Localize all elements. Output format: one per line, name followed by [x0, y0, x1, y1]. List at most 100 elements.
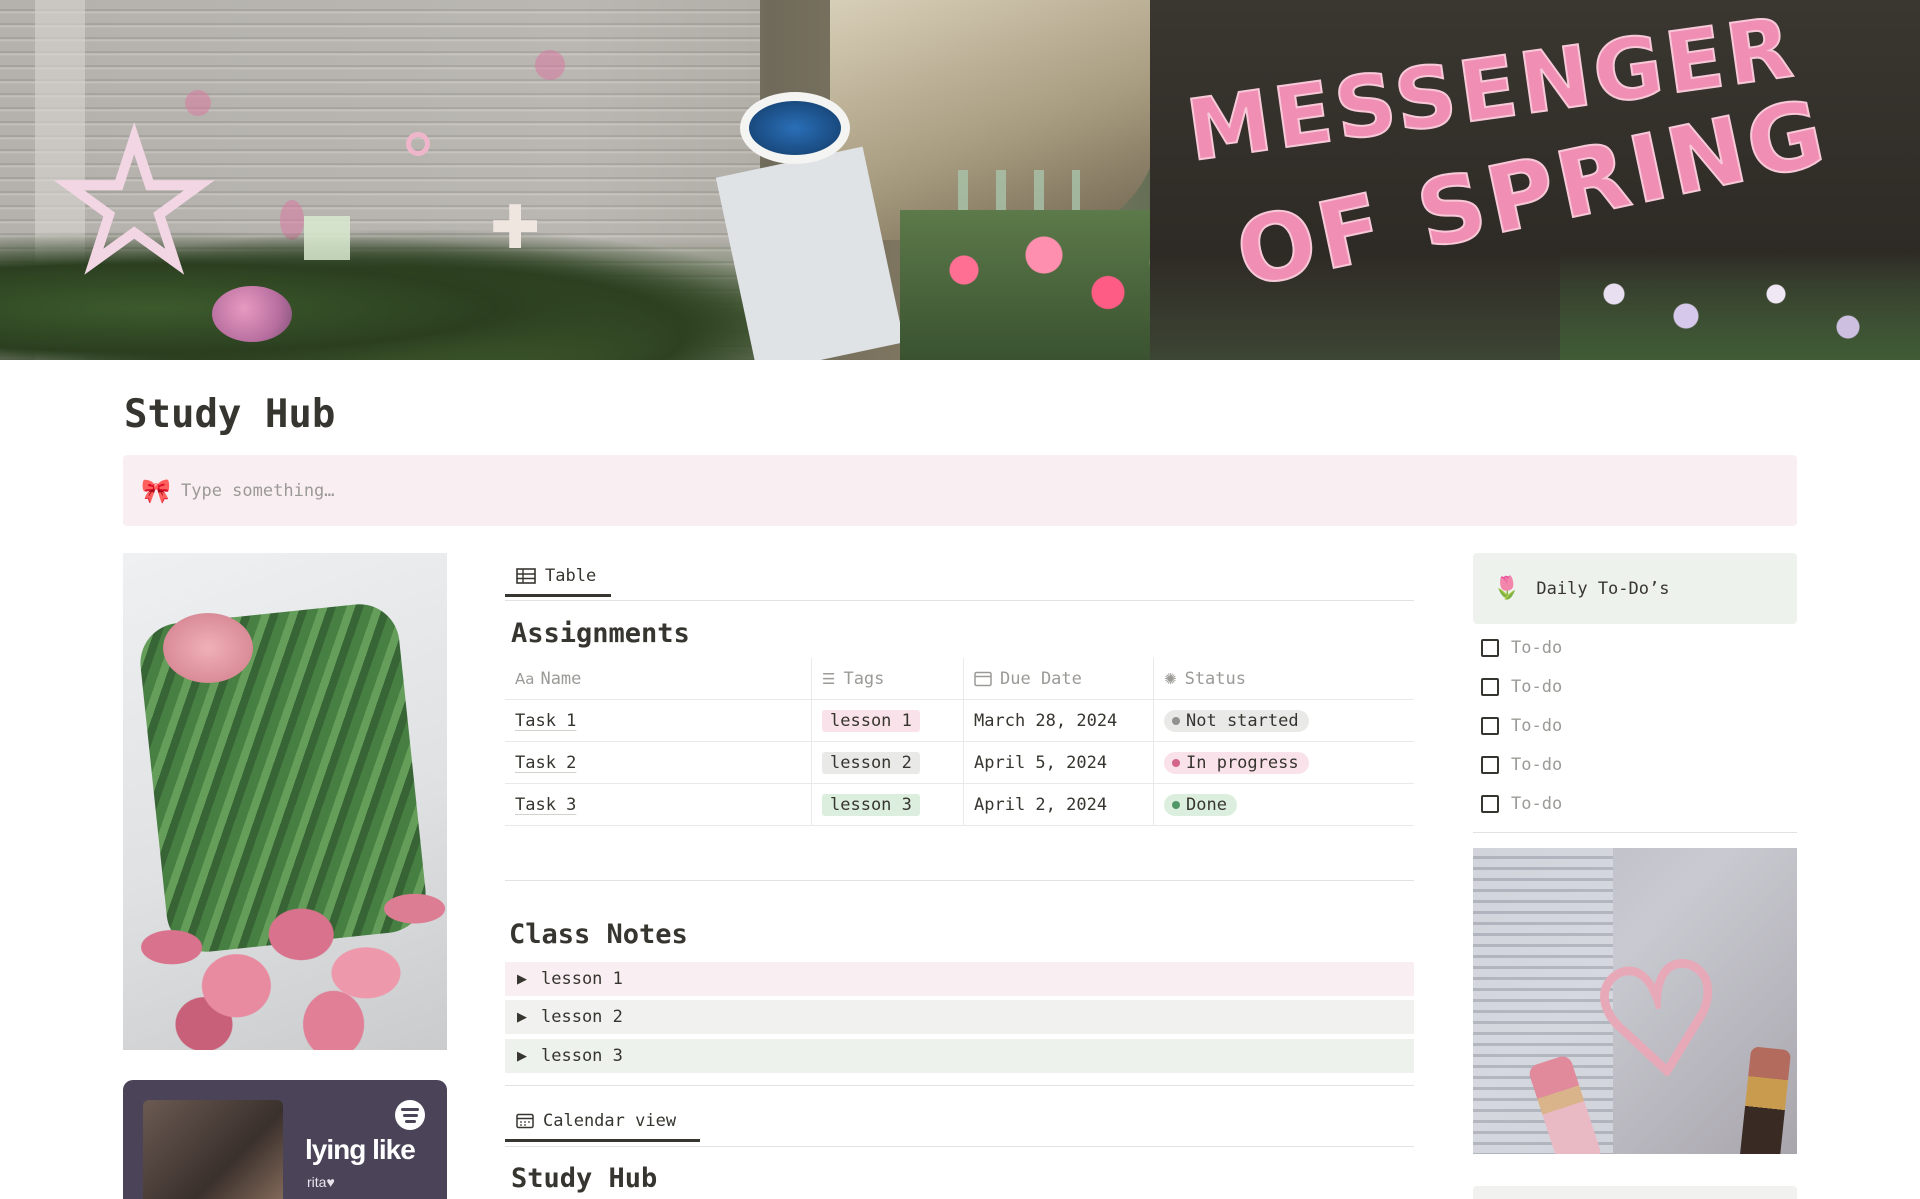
cover-tree-flowers — [1560, 250, 1920, 360]
status-dot — [1172, 758, 1180, 767]
checkbox[interactable] — [1481, 717, 1499, 735]
status-label: Not started — [1186, 710, 1299, 731]
status-label: Done — [1186, 794, 1227, 815]
toggle-label: lesson 2 — [541, 1007, 623, 1027]
tab-table-label[interactable]: Table — [545, 566, 596, 586]
column-header-name[interactable]: Aa Name — [505, 669, 811, 689]
task-name[interactable]: Task 2 — [515, 753, 576, 773]
column-label: Name — [540, 668, 582, 689]
spotify-embed[interactable]: lying like rita♥ — [123, 1080, 447, 1199]
toggle-label: lesson 1 — [541, 969, 623, 989]
list-icon: ☰ — [822, 669, 836, 688]
toggle-label: lesson 3 — [541, 1046, 623, 1066]
todo-text[interactable]: To-do — [1511, 716, 1562, 736]
tab-table-view[interactable]: Table — [505, 566, 611, 597]
bottom-card — [1473, 1186, 1797, 1199]
todo-item[interactable]: To-do — [1481, 677, 1562, 697]
status-badge[interactable]: Not started — [1164, 709, 1309, 732]
todo-item[interactable]: To-do — [1481, 638, 1562, 658]
callout-placeholder[interactable]: Type something… — [175, 481, 335, 501]
assignments-title[interactable]: Assignments — [511, 618, 690, 649]
section-divider — [505, 880, 1414, 881]
column-header-status[interactable]: ✺ Status — [1153, 658, 1414, 699]
toggle-lesson-3[interactable]: ▶ lesson 3 — [505, 1039, 1414, 1073]
tulips-photo — [123, 553, 447, 1050]
cover-square — [304, 216, 350, 260]
status-badge[interactable]: In progress — [1164, 751, 1309, 774]
tag-badge[interactable]: lesson 3 — [822, 793, 920, 816]
cover-sunglasses — [740, 92, 850, 164]
due-date[interactable]: April 5, 2024 — [974, 753, 1107, 773]
class-notes-title[interactable]: Class Notes — [509, 919, 688, 950]
tag-badge[interactable]: lesson 1 — [822, 709, 920, 732]
triangle-right-icon[interactable]: ▶ — [517, 972, 527, 987]
checkbox[interactable] — [1481, 678, 1499, 696]
todo-text[interactable]: To-do — [1511, 638, 1562, 658]
section-divider — [505, 1085, 1414, 1086]
calendar-title[interactable]: Study Hub — [511, 1163, 657, 1194]
callout-block[interactable]: 🎀 Type something… — [123, 455, 1797, 526]
table-row[interactable]: Task 1 lesson 1 March 28, 2024 Not start… — [505, 700, 1414, 742]
todo-item[interactable]: To-do — [1481, 716, 1562, 736]
calendar-icon — [516, 1113, 534, 1129]
table-icon — [516, 568, 536, 584]
album-art[interactable] — [143, 1100, 283, 1199]
due-date[interactable]: April 2, 2024 — [974, 795, 1107, 815]
table-row[interactable]: Task 2 lesson 2 April 5, 2024 In progres… — [505, 742, 1414, 784]
table-row[interactable]: Task 3 lesson 3 April 2, 2024 Done — [505, 784, 1414, 826]
daily-todo-callout[interactable]: 🌷 Daily To-Do’s — [1473, 553, 1797, 624]
status-dot — [1172, 800, 1180, 809]
column-label: Due Date — [1000, 668, 1082, 689]
heart-icon: ♡ — [1579, 925, 1741, 1121]
column-header-tags[interactable]: ☰ Tags — [811, 658, 963, 699]
assignments-table[interactable]: Aa Name ☰ Tags Due Date ✺ Status Task 1 … — [505, 658, 1414, 826]
tulip-heads — [123, 793, 447, 1050]
spotify-icon[interactable] — [395, 1100, 425, 1130]
todo-text[interactable]: To-do — [1511, 677, 1562, 697]
todo-divider — [1473, 832, 1797, 833]
task-name[interactable]: Task 1 — [515, 711, 576, 731]
cover-image: ★ ✚ MESSENGER OF SPRING — [0, 0, 1920, 360]
todo-item[interactable]: To-do — [1481, 755, 1562, 775]
text-type-icon: Aa — [515, 669, 535, 688]
checkbox[interactable] — [1481, 756, 1499, 774]
due-date[interactable]: March 28, 2024 — [974, 711, 1117, 731]
star-icon: ★ — [53, 104, 215, 302]
table-header-row: Aa Name ☰ Tags Due Date ✺ Status — [505, 658, 1414, 700]
track-artist[interactable]: rita♥ — [307, 1174, 335, 1190]
bow-icon[interactable]: 🎀 — [141, 477, 175, 505]
todo-item[interactable]: To-do — [1481, 794, 1562, 814]
cover-hydrangea — [212, 286, 292, 342]
toggle-lesson-1[interactable]: ▶ lesson 1 — [505, 962, 1414, 996]
checkbox[interactable] — [1481, 639, 1499, 657]
plus-icon: ✚ — [490, 193, 541, 263]
task-name[interactable]: Task 3 — [515, 795, 576, 815]
column-label: Status — [1184, 668, 1246, 689]
tab-active-indicator — [505, 1139, 700, 1142]
daily-todo-title[interactable]: Daily To-Do’s — [1536, 579, 1669, 599]
toggle-lesson-2[interactable]: ▶ lesson 2 — [505, 1000, 1414, 1034]
lipstick-photo: ♡ — [1473, 848, 1797, 1154]
tab-calendar-view[interactable]: Calendar view — [505, 1111, 700, 1142]
todo-text[interactable]: To-do — [1511, 794, 1562, 814]
triangle-right-icon[interactable]: ▶ — [517, 1010, 527, 1025]
tulip-ribbon — [163, 613, 253, 683]
tab-divider — [505, 1146, 1414, 1147]
tab-active-indicator — [505, 594, 611, 597]
cover-pink-spot — [535, 50, 565, 80]
status-badge[interactable]: Done — [1164, 793, 1237, 816]
tulip-icon[interactable]: 🌷 — [1493, 576, 1520, 601]
track-title[interactable]: lying like — [305, 1134, 416, 1166]
lipstick-right — [1738, 1046, 1792, 1154]
triangle-right-icon[interactable]: ▶ — [517, 1049, 527, 1064]
column-header-due-date[interactable]: Due Date — [963, 658, 1153, 699]
tab-divider — [505, 600, 1414, 601]
todo-text[interactable]: To-do — [1511, 755, 1562, 775]
cover-ring — [406, 132, 430, 156]
column-label: Tags — [843, 668, 885, 689]
tab-calendar-label[interactable]: Calendar view — [543, 1111, 676, 1131]
tag-badge[interactable]: lesson 2 — [822, 751, 920, 774]
status-label: In progress — [1186, 752, 1299, 773]
checkbox[interactable] — [1481, 795, 1499, 813]
page-title[interactable]: Study Hub — [124, 392, 335, 437]
